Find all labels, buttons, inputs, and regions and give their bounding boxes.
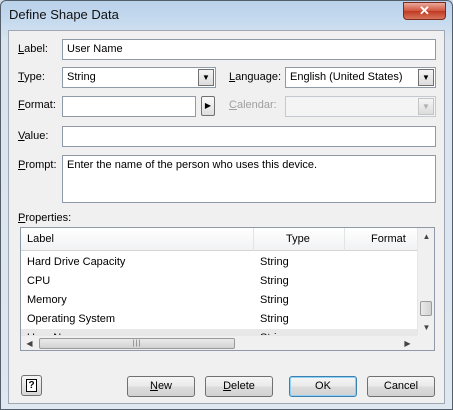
list-item[interactable]: Operating System String bbox=[21, 310, 418, 329]
format-field-label: Format: bbox=[18, 99, 56, 111]
prompt-field-label: Prompt: bbox=[18, 159, 57, 171]
chevron-down-icon[interactable]: ▼ bbox=[418, 69, 434, 86]
dialog-window: Define Shape Data ✕ Label: User Name Typ… bbox=[0, 0, 453, 410]
scroll-left-icon[interactable]: ◀ bbox=[21, 336, 38, 350]
language-field-label: Language: bbox=[229, 71, 282, 83]
column-header-label[interactable]: Label bbox=[21, 228, 254, 251]
row-label: Memory bbox=[27, 294, 67, 306]
scroll-down-icon[interactable]: ▼ bbox=[418, 319, 434, 336]
vertical-scrollbar[interactable]: ▲ ▼ bbox=[417, 228, 434, 336]
language-dropdown[interactable]: English (United States) ▼ bbox=[285, 67, 436, 88]
help-button[interactable]: ? bbox=[21, 375, 42, 396]
row-type: String bbox=[260, 294, 289, 306]
format-picker-button[interactable]: ▶ bbox=[201, 96, 215, 116]
prompt-textarea[interactable]: Enter the name of the person who uses th… bbox=[62, 155, 436, 203]
horizontal-scroll-thumb[interactable]: ||| bbox=[39, 338, 235, 349]
format-input[interactable] bbox=[62, 96, 196, 117]
chevron-down-icon[interactable]: ▼ bbox=[198, 69, 214, 86]
vertical-scroll-thumb[interactable] bbox=[420, 301, 432, 316]
column-header-format[interactable]: Format bbox=[345, 228, 418, 251]
delete-button[interactable]: Delete bbox=[205, 376, 273, 397]
arrow-right-icon: ▶ bbox=[204, 101, 212, 110]
ok-button[interactable]: OK bbox=[289, 376, 357, 397]
label-input[interactable]: User Name bbox=[62, 39, 436, 60]
scroll-up-icon[interactable]: ▲ bbox=[418, 228, 434, 245]
type-field-label: Type: bbox=[18, 71, 45, 83]
horizontal-scrollbar[interactable]: ◀ ||| ▶ bbox=[21, 335, 418, 350]
list-item[interactable]: CPU String bbox=[21, 272, 418, 291]
cancel-button[interactable]: Cancel bbox=[367, 376, 435, 397]
properties-list[interactable]: Label Type Format Hard Drive Capacity St… bbox=[20, 227, 435, 351]
value-field-label: Value: bbox=[18, 130, 49, 142]
close-button[interactable]: ✕ bbox=[403, 2, 446, 20]
row-label: Operating System bbox=[27, 313, 116, 325]
calendar-field-label: Calendar: bbox=[229, 99, 277, 111]
row-label: Hard Drive Capacity bbox=[27, 256, 126, 268]
column-header-type[interactable]: Type bbox=[254, 228, 345, 251]
row-label: CPU bbox=[27, 275, 51, 287]
chevron-down-icon[interactable]: ▼ bbox=[418, 98, 434, 115]
scrollbar-corner bbox=[417, 335, 434, 350]
properties-list-header: Label Type Format bbox=[21, 228, 418, 251]
help-icon: ? bbox=[26, 379, 37, 392]
dialog-title: Define Shape Data bbox=[9, 7, 119, 22]
value-input[interactable] bbox=[62, 126, 436, 147]
calendar-dropdown[interactable]: ▼ bbox=[285, 96, 436, 117]
list-item[interactable]: Hard Drive Capacity String bbox=[21, 253, 418, 272]
title-bar[interactable]: Define Shape Data ✕ bbox=[1, 1, 452, 27]
row-type: String bbox=[260, 275, 289, 287]
row-type: String bbox=[260, 313, 289, 325]
label-field-label: Label: bbox=[18, 43, 48, 55]
list-item[interactable]: Memory String bbox=[21, 291, 418, 310]
properties-label: Properties: bbox=[18, 212, 72, 224]
language-dropdown-value: English (United States) bbox=[290, 71, 403, 83]
type-dropdown[interactable]: String ▼ bbox=[62, 67, 216, 88]
new-button[interactable]: New bbox=[127, 376, 195, 397]
dialog-body: Label: User Name Type: String ▼ Language… bbox=[8, 30, 445, 404]
type-dropdown-value: String bbox=[67, 71, 96, 83]
scroll-right-icon[interactable]: ▶ bbox=[399, 336, 416, 350]
row-type: String bbox=[260, 256, 289, 268]
